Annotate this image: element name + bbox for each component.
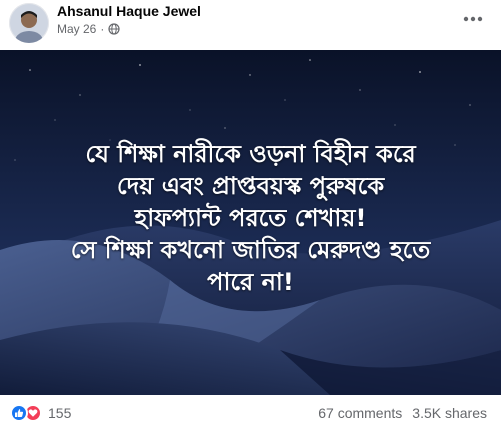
- globe-icon: [108, 23, 120, 35]
- post-date[interactable]: May 26: [57, 22, 96, 36]
- avatar[interactable]: [9, 3, 49, 43]
- reaction-count: 155: [48, 405, 72, 421]
- caption-line: দেয় এবং প্রাপ্তবয়স্ক পুরুষকে: [116, 172, 385, 200]
- image-caption: যে শিক্ষা নারীকে ওড়না বিহীন করে দেয় এব…: [10, 138, 491, 298]
- more-horizontal-icon: [463, 9, 483, 27]
- caption-line: পারে না!: [207, 268, 294, 296]
- post-meta: May 26 ·: [57, 22, 120, 36]
- reactions-summary[interactable]: 155: [10, 404, 71, 422]
- caption-line: সে শিক্ষা কখনো জাতির মেরুদণ্ড হতে: [70, 236, 431, 264]
- post-header: Ahsanul Haque Jewel May 26 ·: [0, 0, 501, 50]
- post-stats: 67 comments 3.5K shares: [318, 405, 487, 421]
- post-footer: 155 67 comments 3.5K shares: [0, 395, 501, 431]
- caption-line: যে শিক্ষা নারীকে ওড়না বিহীন করে: [85, 140, 416, 168]
- post-image[interactable]: যে শিক্ষা নারীকে ওড়না বিহীন করে দেয় এব…: [0, 50, 501, 395]
- caption-line: হাফপ্যান্ট পরতে শেখায়!: [134, 204, 367, 232]
- author-name[interactable]: Ahsanul Haque Jewel: [57, 3, 201, 19]
- meta-separator: ·: [100, 22, 105, 36]
- shares-count-link[interactable]: 3.5K shares: [412, 405, 487, 421]
- like-icon: [10, 404, 28, 422]
- comments-count-link[interactable]: 67 comments: [318, 405, 402, 421]
- more-options-button[interactable]: [461, 10, 485, 26]
